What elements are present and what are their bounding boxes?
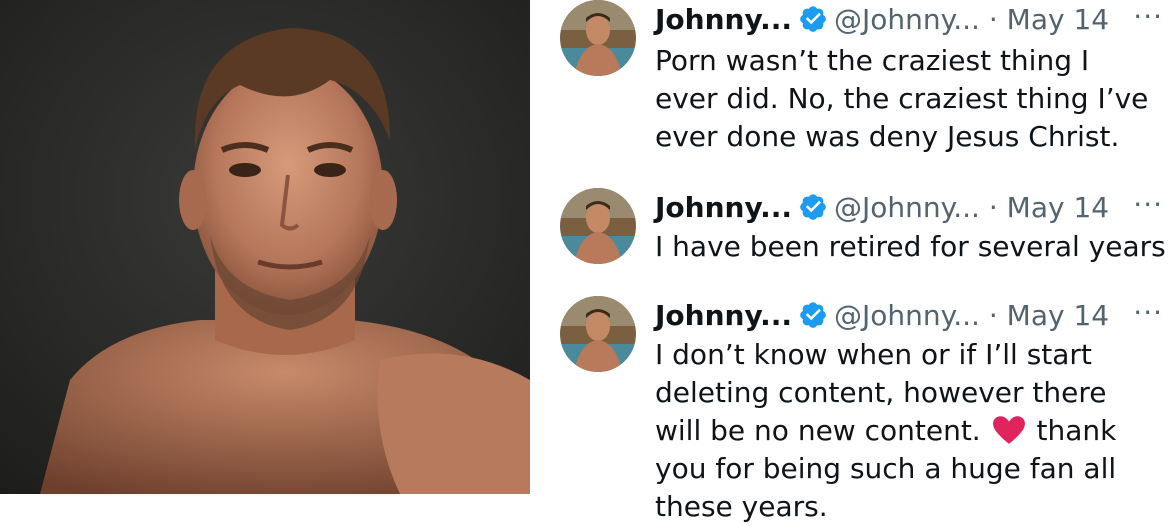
tweet-text: I don’t know when or if I’ll start delet… [655, 336, 1160, 526]
tweet-header: Johnny... @Johnny... · May 14 [655, 188, 1165, 228]
tweet-date[interactable]: May 14 [1007, 299, 1109, 332]
tweet-date[interactable]: May 14 [1007, 3, 1109, 36]
avatar[interactable] [560, 188, 636, 264]
user-handle[interactable]: @Johnny... [834, 191, 980, 224]
verified-badge-icon [798, 4, 828, 34]
tweet[interactable]: Johnny... @Johnny... · May 14 ··· Porn wa… [530, 0, 1169, 180]
tweet[interactable]: Johnny... @Johnny... · May 14 ··· I don’t… [530, 296, 1169, 523]
profile-photo [0, 0, 530, 494]
more-options-icon[interactable]: ··· [1133, 0, 1163, 34]
separator-dot: · [988, 191, 998, 224]
tweet-text: Porn wasn’t the craziest thing I ever di… [655, 44, 1149, 153]
avatar[interactable] [560, 0, 636, 76]
tweet-text: I have been retired for several years [655, 230, 1166, 263]
tweet-date[interactable]: May 14 [1007, 191, 1109, 224]
tweet-feed: Johnny... @Johnny... · May 14 ··· Porn wa… [530, 0, 1169, 523]
heart-icon [992, 415, 1026, 445]
more-options-icon[interactable]: ··· [1133, 296, 1163, 330]
tweet-header: Johnny... @Johnny... · May 14 [655, 296, 1165, 336]
tweet-header: Johnny... @Johnny... · May 14 [655, 0, 1165, 40]
user-handle[interactable]: @Johnny... [834, 299, 980, 332]
display-name[interactable]: Johnny... [655, 191, 792, 224]
separator-dot: · [988, 3, 998, 36]
tweet[interactable]: Johnny... @Johnny... · May 14 ··· I have … [530, 188, 1169, 278]
verified-badge-icon [798, 192, 828, 222]
more-options-icon[interactable]: ··· [1133, 188, 1163, 222]
verified-badge-icon [798, 300, 828, 330]
user-handle[interactable]: @Johnny... [834, 3, 980, 36]
display-name[interactable]: Johnny... [655, 3, 792, 36]
separator-dot: · [988, 299, 998, 332]
display-name[interactable]: Johnny... [655, 299, 792, 332]
avatar[interactable] [560, 296, 636, 372]
